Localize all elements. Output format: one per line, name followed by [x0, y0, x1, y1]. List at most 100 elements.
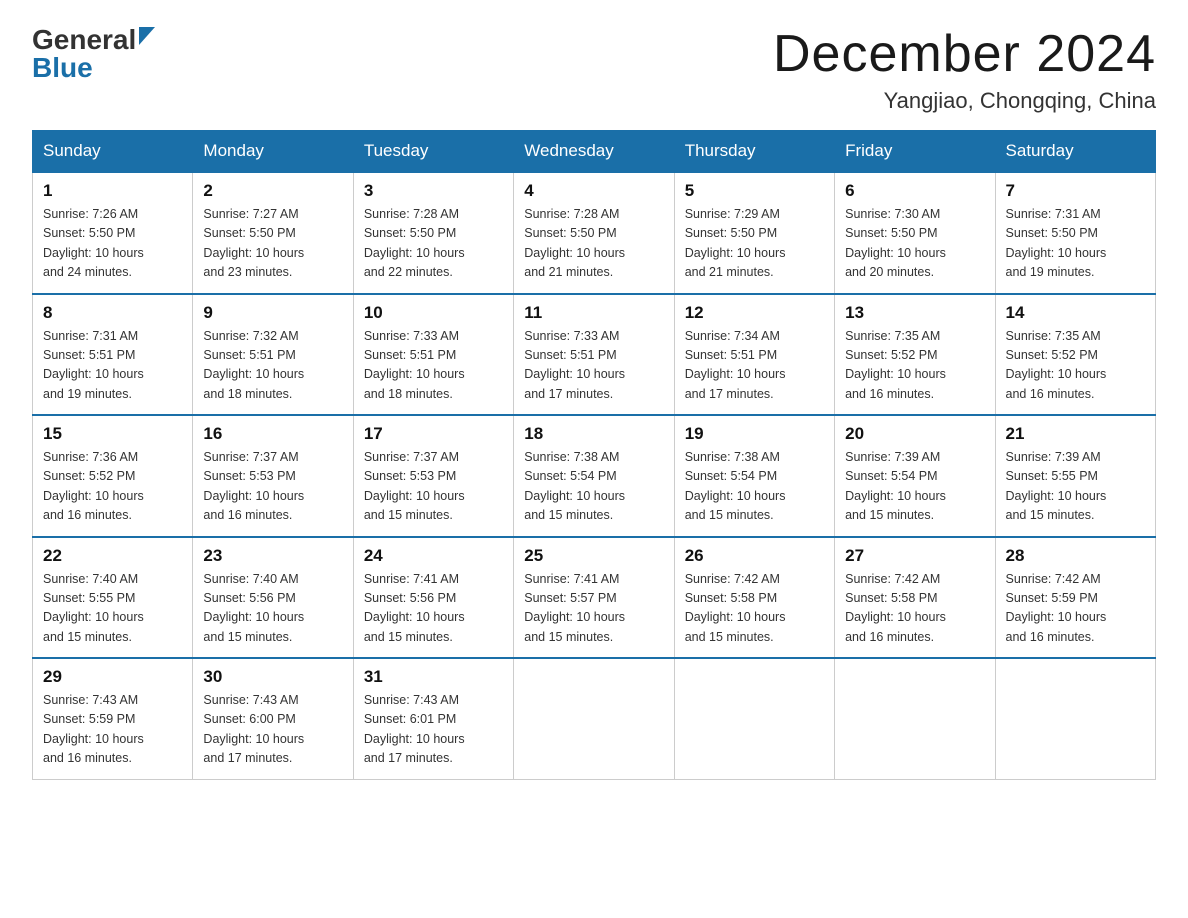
- page-header: General Blue December 2024 Yangjiao, Cho…: [32, 24, 1156, 114]
- day-number: 27: [845, 546, 984, 566]
- header-friday: Friday: [835, 131, 995, 173]
- calendar-week-4: 22 Sunrise: 7:40 AMSunset: 5:55 PMDaylig…: [33, 537, 1156, 659]
- day-number: 6: [845, 181, 984, 201]
- calendar-cell: 2 Sunrise: 7:27 AMSunset: 5:50 PMDayligh…: [193, 172, 353, 294]
- calendar-title: December 2024: [773, 24, 1156, 84]
- header-sunday: Sunday: [33, 131, 193, 173]
- calendar-cell: 6 Sunrise: 7:30 AMSunset: 5:50 PMDayligh…: [835, 172, 995, 294]
- day-info: Sunrise: 7:32 AMSunset: 5:51 PMDaylight:…: [203, 329, 304, 401]
- header-monday: Monday: [193, 131, 353, 173]
- day-number: 13: [845, 303, 984, 323]
- header-tuesday: Tuesday: [353, 131, 513, 173]
- day-info: Sunrise: 7:40 AMSunset: 5:56 PMDaylight:…: [203, 572, 304, 644]
- day-info: Sunrise: 7:36 AMSunset: 5:52 PMDaylight:…: [43, 450, 144, 522]
- day-number: 26: [685, 546, 824, 566]
- day-info: Sunrise: 7:33 AMSunset: 5:51 PMDaylight:…: [364, 329, 465, 401]
- calendar-cell: 13 Sunrise: 7:35 AMSunset: 5:52 PMDaylig…: [835, 294, 995, 416]
- calendar-subtitle: Yangjiao, Chongqing, China: [773, 88, 1156, 114]
- day-number: 25: [524, 546, 663, 566]
- day-info: Sunrise: 7:28 AMSunset: 5:50 PMDaylight:…: [524, 207, 625, 279]
- day-info: Sunrise: 7:38 AMSunset: 5:54 PMDaylight:…: [685, 450, 786, 522]
- logo-blue: Blue: [32, 52, 93, 84]
- calendar-table: SundayMondayTuesdayWednesdayThursdayFrid…: [32, 130, 1156, 780]
- day-info: Sunrise: 7:41 AMSunset: 5:57 PMDaylight:…: [524, 572, 625, 644]
- day-number: 17: [364, 424, 503, 444]
- calendar-cell: 17 Sunrise: 7:37 AMSunset: 5:53 PMDaylig…: [353, 415, 513, 537]
- calendar-cell: 11 Sunrise: 7:33 AMSunset: 5:51 PMDaylig…: [514, 294, 674, 416]
- calendar-week-2: 8 Sunrise: 7:31 AMSunset: 5:51 PMDayligh…: [33, 294, 1156, 416]
- day-info: Sunrise: 7:33 AMSunset: 5:51 PMDaylight:…: [524, 329, 625, 401]
- day-number: 18: [524, 424, 663, 444]
- day-number: 8: [43, 303, 182, 323]
- title-block: December 2024 Yangjiao, Chongqing, China: [773, 24, 1156, 114]
- calendar-cell: 31 Sunrise: 7:43 AMSunset: 6:01 PMDaylig…: [353, 658, 513, 779]
- day-number: 7: [1006, 181, 1145, 201]
- day-info: Sunrise: 7:39 AMSunset: 5:55 PMDaylight:…: [1006, 450, 1107, 522]
- day-info: Sunrise: 7:37 AMSunset: 5:53 PMDaylight:…: [203, 450, 304, 522]
- calendar-cell: 4 Sunrise: 7:28 AMSunset: 5:50 PMDayligh…: [514, 172, 674, 294]
- day-info: Sunrise: 7:31 AMSunset: 5:51 PMDaylight:…: [43, 329, 144, 401]
- day-number: 19: [685, 424, 824, 444]
- calendar-cell: 9 Sunrise: 7:32 AMSunset: 5:51 PMDayligh…: [193, 294, 353, 416]
- day-info: Sunrise: 7:41 AMSunset: 5:56 PMDaylight:…: [364, 572, 465, 644]
- calendar-week-3: 15 Sunrise: 7:36 AMSunset: 5:52 PMDaylig…: [33, 415, 1156, 537]
- day-number: 29: [43, 667, 182, 687]
- day-info: Sunrise: 7:29 AMSunset: 5:50 PMDaylight:…: [685, 207, 786, 279]
- calendar-cell: 15 Sunrise: 7:36 AMSunset: 5:52 PMDaylig…: [33, 415, 193, 537]
- calendar-cell: 3 Sunrise: 7:28 AMSunset: 5:50 PMDayligh…: [353, 172, 513, 294]
- day-info: Sunrise: 7:31 AMSunset: 5:50 PMDaylight:…: [1006, 207, 1107, 279]
- logo: General Blue: [32, 24, 155, 84]
- calendar-cell: 23 Sunrise: 7:40 AMSunset: 5:56 PMDaylig…: [193, 537, 353, 659]
- day-info: Sunrise: 7:42 AMSunset: 5:58 PMDaylight:…: [845, 572, 946, 644]
- calendar-week-1: 1 Sunrise: 7:26 AMSunset: 5:50 PMDayligh…: [33, 172, 1156, 294]
- day-info: Sunrise: 7:39 AMSunset: 5:54 PMDaylight:…: [845, 450, 946, 522]
- calendar-cell: 19 Sunrise: 7:38 AMSunset: 5:54 PMDaylig…: [674, 415, 834, 537]
- day-info: Sunrise: 7:28 AMSunset: 5:50 PMDaylight:…: [364, 207, 465, 279]
- day-number: 1: [43, 181, 182, 201]
- day-number: 21: [1006, 424, 1145, 444]
- day-info: Sunrise: 7:35 AMSunset: 5:52 PMDaylight:…: [1006, 329, 1107, 401]
- day-number: 31: [364, 667, 503, 687]
- day-number: 4: [524, 181, 663, 201]
- calendar-week-5: 29 Sunrise: 7:43 AMSunset: 5:59 PMDaylig…: [33, 658, 1156, 779]
- day-info: Sunrise: 7:42 AMSunset: 5:59 PMDaylight:…: [1006, 572, 1107, 644]
- calendar-cell: 22 Sunrise: 7:40 AMSunset: 5:55 PMDaylig…: [33, 537, 193, 659]
- day-info: Sunrise: 7:42 AMSunset: 5:58 PMDaylight:…: [685, 572, 786, 644]
- calendar-cell: 20 Sunrise: 7:39 AMSunset: 5:54 PMDaylig…: [835, 415, 995, 537]
- calendar-cell: 10 Sunrise: 7:33 AMSunset: 5:51 PMDaylig…: [353, 294, 513, 416]
- day-info: Sunrise: 7:26 AMSunset: 5:50 PMDaylight:…: [43, 207, 144, 279]
- day-number: 22: [43, 546, 182, 566]
- calendar-cell: 25 Sunrise: 7:41 AMSunset: 5:57 PMDaylig…: [514, 537, 674, 659]
- header-thursday: Thursday: [674, 131, 834, 173]
- day-info: Sunrise: 7:43 AMSunset: 5:59 PMDaylight:…: [43, 693, 144, 765]
- calendar-cell: 5 Sunrise: 7:29 AMSunset: 5:50 PMDayligh…: [674, 172, 834, 294]
- day-number: 24: [364, 546, 503, 566]
- calendar-cell: 12 Sunrise: 7:34 AMSunset: 5:51 PMDaylig…: [674, 294, 834, 416]
- day-number: 10: [364, 303, 503, 323]
- calendar-cell: 18 Sunrise: 7:38 AMSunset: 5:54 PMDaylig…: [514, 415, 674, 537]
- calendar-cell: 29 Sunrise: 7:43 AMSunset: 5:59 PMDaylig…: [33, 658, 193, 779]
- day-number: 30: [203, 667, 342, 687]
- day-info: Sunrise: 7:40 AMSunset: 5:55 PMDaylight:…: [43, 572, 144, 644]
- calendar-cell: 21 Sunrise: 7:39 AMSunset: 5:55 PMDaylig…: [995, 415, 1155, 537]
- day-info: Sunrise: 7:43 AMSunset: 6:01 PMDaylight:…: [364, 693, 465, 765]
- calendar-cell: [835, 658, 995, 779]
- calendar-cell: 26 Sunrise: 7:42 AMSunset: 5:58 PMDaylig…: [674, 537, 834, 659]
- calendar-cell: [674, 658, 834, 779]
- day-number: 3: [364, 181, 503, 201]
- calendar-cell: 1 Sunrise: 7:26 AMSunset: 5:50 PMDayligh…: [33, 172, 193, 294]
- day-number: 20: [845, 424, 984, 444]
- calendar-cell: 24 Sunrise: 7:41 AMSunset: 5:56 PMDaylig…: [353, 537, 513, 659]
- day-number: 28: [1006, 546, 1145, 566]
- calendar-cell: [514, 658, 674, 779]
- header-wednesday: Wednesday: [514, 131, 674, 173]
- day-number: 9: [203, 303, 342, 323]
- day-number: 16: [203, 424, 342, 444]
- day-number: 23: [203, 546, 342, 566]
- day-info: Sunrise: 7:43 AMSunset: 6:00 PMDaylight:…: [203, 693, 304, 765]
- day-number: 12: [685, 303, 824, 323]
- day-number: 15: [43, 424, 182, 444]
- header-saturday: Saturday: [995, 131, 1155, 173]
- day-info: Sunrise: 7:38 AMSunset: 5:54 PMDaylight:…: [524, 450, 625, 522]
- logo-triangle-icon: [139, 27, 155, 50]
